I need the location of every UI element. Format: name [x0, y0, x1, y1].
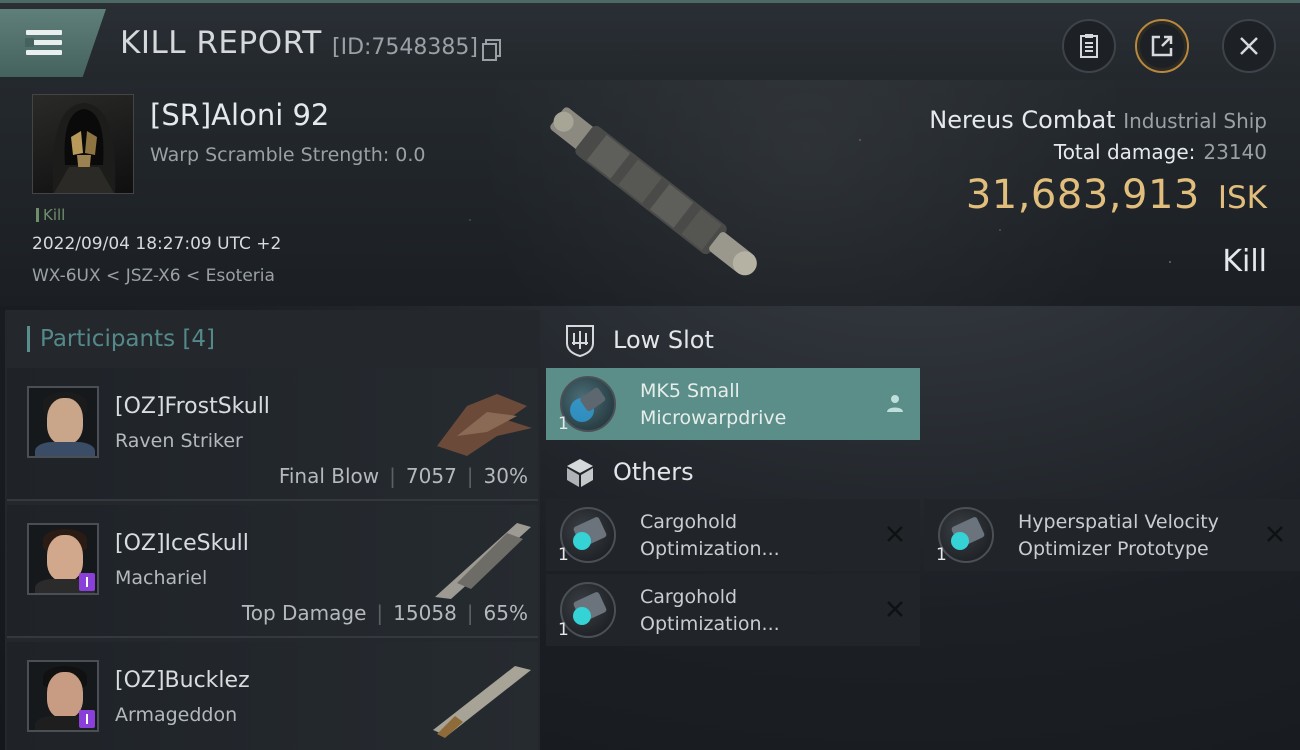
- warp-scramble-strength: Warp Scramble Strength: 0.0: [150, 144, 426, 166]
- module-card[interactable]: 1 Cargohold Optimization...: [546, 574, 920, 646]
- share-button[interactable]: [1135, 19, 1189, 73]
- participants-header: Participants [4]: [5, 310, 540, 368]
- ship-name-text: Nereus Combat: [929, 106, 1116, 134]
- module-card[interactable]: 1 Hyperspatial Velocity Optimizer Protot…: [924, 499, 1300, 571]
- module-name: Hyperspatial Velocity Optimizer Prototyp…: [1018, 511, 1219, 560]
- participant-name: [OZ]IceSkull: [115, 531, 249, 556]
- module-name: Cargohold Optimization...: [640, 586, 780, 635]
- report-id-text: [ID:7548385]: [332, 35, 478, 60]
- low-slot-header: Low Slot: [545, 312, 714, 368]
- module-card[interactable]: 1 MK5 Small Microwarpdrive: [546, 368, 920, 440]
- victim-avatar[interactable]: [32, 94, 134, 194]
- hamburger-icon: [25, 30, 62, 56]
- close-icon: [1240, 37, 1258, 55]
- victim-summary: [SR]Aloni 92 Warp Scramble Strength: 0.0…: [0, 80, 1300, 306]
- module-qty: 1: [936, 545, 947, 565]
- close-button[interactable]: [1222, 19, 1276, 73]
- share-icon: [1151, 35, 1173, 57]
- participant-stats: Top Damage | 15058 | 65%: [241, 601, 528, 625]
- isk-amount: 31,683,913: [965, 172, 1200, 218]
- module-card[interactable]: 1 Cargohold Optimization...: [546, 499, 920, 571]
- corp-badge-icon: [79, 710, 95, 728]
- participant-percent: 30%: [483, 464, 528, 488]
- destroyed-x-icon: [1267, 526, 1283, 542]
- module-name: MK5 Small Microwarpdrive: [640, 380, 787, 429]
- kill-datetime: 2022/09/04 18:27:09 UTC +2: [32, 234, 282, 254]
- participant-stats: Final Blow | 7057 | 30%: [278, 464, 528, 488]
- others-label: Others: [613, 458, 694, 486]
- participants-count: [4]: [182, 326, 216, 352]
- participant-ship: Armageddon: [115, 704, 238, 726]
- participant-role: Final Blow: [278, 464, 380, 488]
- participant-percent: 65%: [483, 601, 528, 625]
- fitting-panel: Low Slot 1 MK5 Small Microwarpdrive Othe…: [545, 310, 1300, 750]
- participant-ship: Machariel: [115, 567, 208, 589]
- kill-location-route: WX-6UX < JSZ-X6 < Esoteria: [32, 266, 275, 286]
- participants-panel: Participants [4] [OZ]FrostSkull Raven St…: [5, 310, 540, 750]
- total-damage-label: Total damage:: [1053, 140, 1196, 164]
- others-header: Others: [545, 444, 694, 500]
- participant-role: Top Damage: [241, 601, 367, 625]
- low-slot-label: Low Slot: [613, 326, 714, 354]
- low-slot-icon: [566, 325, 594, 357]
- page-title: KILL REPORT: [120, 25, 322, 61]
- participant-name: [OZ]Bucklez: [115, 668, 250, 693]
- victim-ship-name[interactable]: Nereus Combat Industrial Ship: [929, 106, 1267, 134]
- clipboard-icon: [1080, 34, 1098, 58]
- participant-ship-image: [437, 394, 532, 456]
- person-icon[interactable]: [884, 392, 906, 414]
- victim-name[interactable]: [SR]Aloni 92: [150, 98, 329, 132]
- cargo-box-icon: [567, 459, 593, 487]
- participant-damage: 15058: [393, 601, 457, 625]
- kill-tag-label: Kill: [43, 206, 66, 224]
- kill-status: Kill: [1222, 244, 1267, 279]
- ship-class-text: Industrial Ship: [1123, 109, 1267, 133]
- participant-ship: Raven Striker: [115, 430, 243, 452]
- victim-ship-image: [550, 107, 757, 276]
- kill-tag: Kill: [36, 206, 65, 224]
- isk-value: 31,683,913 ISK: [966, 172, 1267, 218]
- participant-damage: 7057: [405, 464, 457, 488]
- participant-card[interactable]: [OZ]IceSkull Machariel Top Damage | 15058…: [7, 505, 538, 638]
- module-qty: 1: [558, 620, 569, 640]
- module-qty: 1: [558, 414, 569, 434]
- corp-badge-icon: [79, 573, 95, 591]
- menu-button[interactable]: [0, 9, 106, 77]
- report-id[interactable]: [ID:7548385]: [332, 35, 501, 61]
- total-damage: Total damage: 23140: [1054, 140, 1267, 164]
- participant-card[interactable]: [OZ]FrostSkull Raven Striker Final Blow |…: [7, 368, 538, 501]
- isk-unit: ISK: [1217, 180, 1267, 216]
- participant-avatar[interactable]: [27, 523, 99, 595]
- hooded-pilot-portrait: [52, 103, 116, 193]
- participant-ship-image: [435, 523, 531, 599]
- destroyed-x-icon: [887, 526, 903, 542]
- participants-label: Participants: [40, 326, 176, 352]
- participant-name: [OZ]FrostSkull: [115, 394, 270, 419]
- module-name: Cargohold Optimization...: [640, 511, 780, 560]
- participant-card[interactable]: [OZ]Bucklez Armageddon: [7, 642, 538, 750]
- total-damage-value: 23140: [1203, 140, 1267, 164]
- participant-avatar[interactable]: [27, 660, 99, 732]
- clipboard-button[interactable]: [1062, 19, 1116, 73]
- destroyed-x-icon: [887, 601, 903, 617]
- title-bar: KILL REPORT [ID:7548385]: [0, 0, 1300, 80]
- module-qty: 1: [558, 545, 569, 565]
- copy-icon[interactable]: [482, 38, 501, 61]
- participant-ship-image: [433, 666, 531, 738]
- participant-avatar[interactable]: [27, 386, 99, 458]
